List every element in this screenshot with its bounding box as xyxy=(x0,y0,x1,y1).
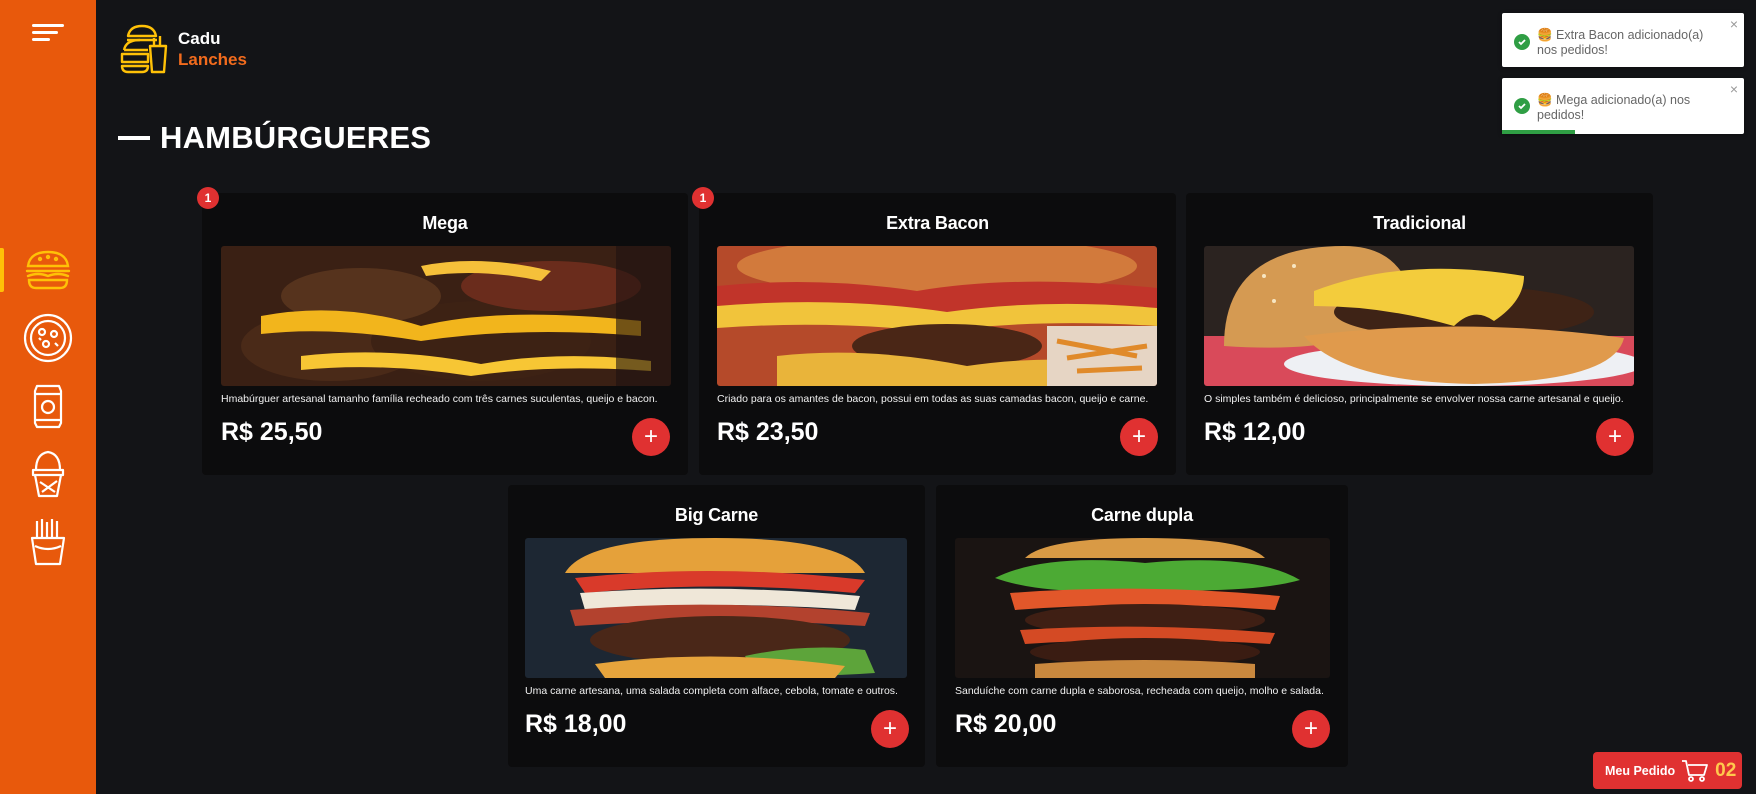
section-title: HAMBÚRGUERES xyxy=(118,120,431,156)
my-order-button[interactable]: Meu Pedido 02 xyxy=(1593,752,1742,789)
product-image xyxy=(955,538,1330,678)
toast-notification: 🍔 Mega adicionado(a) nos pedidos! × xyxy=(1502,78,1744,134)
pizza-icon xyxy=(23,313,73,363)
cart-icon xyxy=(1682,759,1709,782)
product-price: R$ 20,00 xyxy=(955,710,1057,738)
title-dash xyxy=(118,136,150,140)
category-pizza[interactable] xyxy=(0,308,96,368)
fries-icon xyxy=(30,519,66,566)
close-icon[interactable]: × xyxy=(1730,17,1738,31)
brand-name-line1: Cadu xyxy=(178,29,221,48)
check-icon xyxy=(1514,98,1530,114)
product-card-mega: Mega Hmabúrguer artesanal tamanho famíli… xyxy=(202,193,688,475)
toast-message: 🍔 Extra Bacon adicionado(a) nos pedidos! xyxy=(1537,28,1704,57)
category-burger[interactable] xyxy=(0,240,96,300)
brand-logo[interactable]: Cadu Lanches xyxy=(118,22,247,76)
product-name: Carne dupla xyxy=(1091,505,1193,525)
hamburger-menu-icon[interactable] xyxy=(32,24,64,42)
product-description: Criado para os amantes de bacon, possui … xyxy=(717,393,1149,405)
ice-cream-icon xyxy=(31,450,65,498)
product-description: Uma carne artesana, uma salada completa … xyxy=(525,685,898,697)
cart-count: 02 xyxy=(1715,759,1737,781)
soda-can-icon xyxy=(33,384,63,429)
product-image xyxy=(1204,246,1634,386)
product-price: R$ 12,00 xyxy=(1204,418,1306,446)
add-to-order-button[interactable]: + xyxy=(632,418,670,456)
toast-notification: 🍔 Extra Bacon adicionado(a) nos pedidos!… xyxy=(1502,13,1744,67)
product-card-big-carne: Big Carne Uma carne artesana, uma salada… xyxy=(508,485,925,767)
product-card-tradicional: Tradicional O simples também é delicioso… xyxy=(1186,193,1653,475)
product-name: Tradicional xyxy=(1373,213,1466,233)
product-image xyxy=(221,246,671,386)
product-price: R$ 23,50 xyxy=(717,418,819,446)
product-image xyxy=(717,246,1157,386)
product-name: Big Carne xyxy=(674,505,759,525)
toast-message: 🍔 Mega adicionado(a) nos pedidos! xyxy=(1537,93,1691,122)
category-sides[interactable] xyxy=(0,512,96,572)
quantity-badge-mega: 1 xyxy=(197,187,219,209)
product-price: R$ 18,00 xyxy=(525,710,627,738)
burger-stack-logo-icon xyxy=(120,24,168,74)
quantity-badge-extra-bacon: 1 xyxy=(692,187,714,209)
close-icon[interactable]: × xyxy=(1730,82,1738,96)
add-to-order-button[interactable]: + xyxy=(1120,418,1158,456)
toast-progress-bar xyxy=(1502,130,1575,134)
my-order-label: Meu Pedido xyxy=(1605,763,1676,778)
sidebar xyxy=(0,0,96,794)
product-card-carne-dupla: Carne dupla Sanduíche com carne dupla e … xyxy=(936,485,1348,767)
brand-name-line2: Lanches xyxy=(178,50,247,69)
burger-icon xyxy=(25,250,71,290)
add-to-order-button[interactable]: + xyxy=(1292,710,1330,748)
add-to-order-button[interactable]: + xyxy=(1596,418,1634,456)
brand-name: Cadu Lanches xyxy=(178,28,247,70)
category-drinks[interactable] xyxy=(0,376,96,436)
product-description: Sanduíche com carne dupla e saborosa, re… xyxy=(955,685,1324,697)
product-description: O simples também é delicioso, principalm… xyxy=(1204,393,1624,405)
product-name: Extra Bacon xyxy=(886,213,989,233)
check-icon xyxy=(1514,34,1530,50)
product-description: Hmabúrguer artesanal tamanho família rec… xyxy=(221,393,658,405)
add-to-order-button[interactable]: + xyxy=(871,710,909,748)
product-image xyxy=(525,538,907,678)
product-name: Mega xyxy=(422,213,468,233)
section-title-text: HAMBÚRGUERES xyxy=(160,120,432,155)
product-card-extra-bacon: Extra Bacon Criado para os amantes de ba… xyxy=(699,193,1176,475)
product-price: R$ 25,50 xyxy=(221,418,323,446)
category-desserts[interactable] xyxy=(0,444,96,504)
